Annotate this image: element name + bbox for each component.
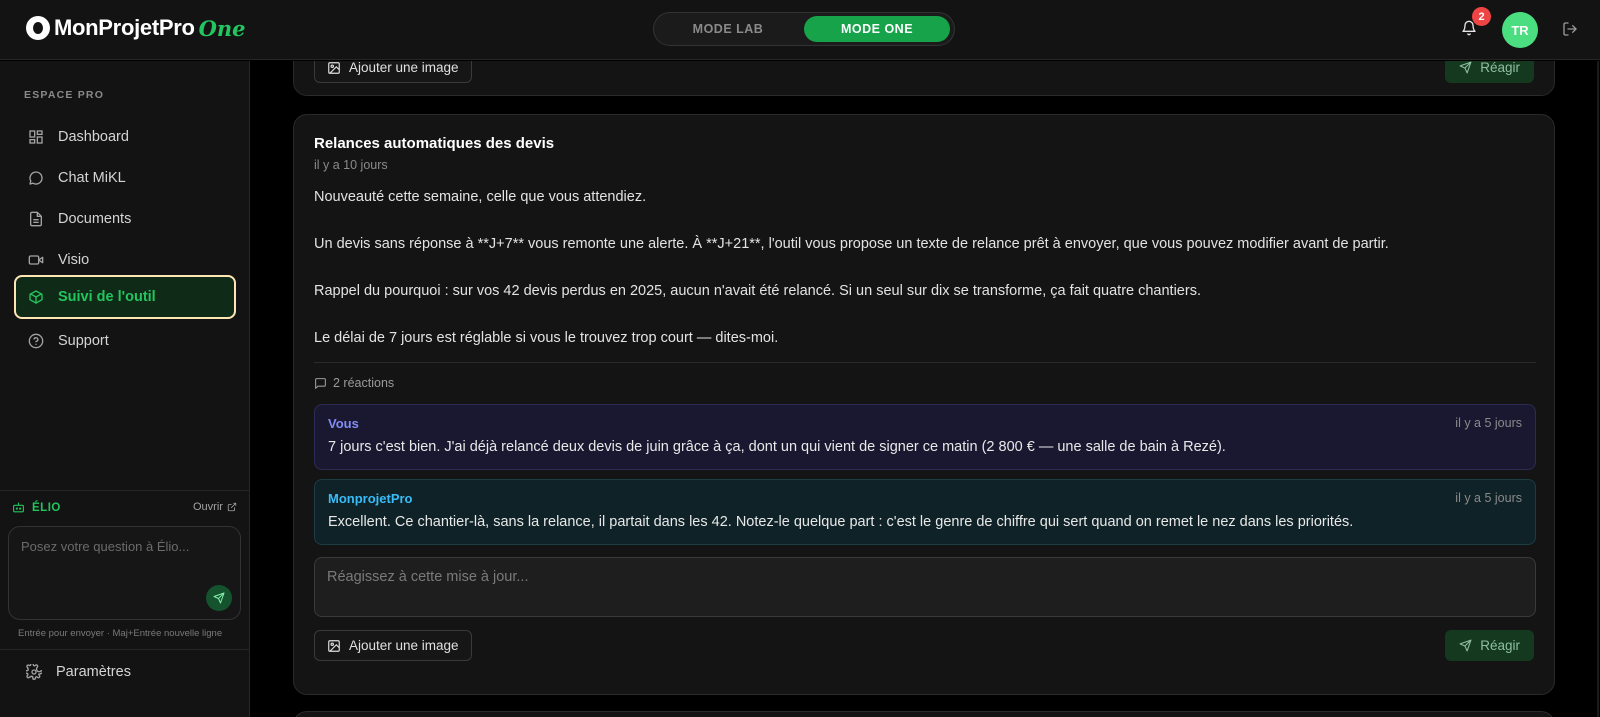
main-content: Ajouter une image Réagir Relances automa… [251,61,1600,717]
sidebar-item-documents[interactable]: Documents [14,199,236,239]
dashboard-icon [29,130,43,144]
sidebar-item-support[interactable]: Support [14,321,236,361]
video-icon [28,255,44,265]
react-button[interactable]: Réagir [1445,630,1534,661]
sidebar-item-label: Visio [58,252,90,268]
elio-open-link[interactable]: Ouvrir [193,501,237,513]
reaction-placeholder: Réagissez à cette mise à jour... [327,569,529,585]
elio-title: ÉLIO [32,501,61,514]
document-icon [30,211,42,227]
post-paragraph: Rappel du pourquoi : sur vos 42 devis pe… [314,283,1201,299]
mode-one-button[interactable]: MODE ONE [804,16,950,42]
sidebar-item-label: Documents [58,211,132,227]
elio-open-label: Ouvrir [193,501,223,513]
elio-placeholder: Posez votre question à Élio... [21,539,190,554]
post-date: il y a 10 jours [314,158,388,172]
settings-label: Paramètres [56,664,131,680]
brand-name: MonProjetPro [54,15,195,40]
sidebar-item-label: Support [58,333,109,349]
comment-date: il y a 5 jours [1455,491,1522,505]
comment-text: 7 jours c'est bien. J'ai déjà relancé de… [328,439,1226,455]
divider [0,649,250,650]
comment-icon [315,377,326,389]
mode-lab-button[interactable]: MODE LAB [658,16,798,42]
divider [314,362,1536,363]
sidebar-item-label: Suivi de l'outil [58,289,156,305]
comment-author: MonprojetPro [328,491,413,506]
help-icon [28,333,44,349]
brand-suffix: One [198,15,246,41]
notification-badge[interactable]: 2 [1472,7,1491,26]
send-icon [1459,61,1472,74]
top-bar: MonProjetPro One MODE LAB MODE ONE 2 TR [0,0,1600,60]
sidebar-item-label: Dashboard [58,129,129,145]
react-label: Réagir [1480,61,1520,75]
update-card-next [293,711,1555,717]
sidebar-item-dashboard[interactable]: Dashboard [14,117,236,157]
sidebar: ESPACE PRO Dashboard Chat MiKL Documents… [0,61,250,717]
update-card: Relances automatiques des devis il y a 1… [293,114,1555,695]
sidebar-item-settings[interactable]: Paramètres [26,664,131,680]
reactions-label: 2 réactions [333,376,395,390]
sidebar-item-suivi[interactable]: Suivi de l'outil [14,275,236,319]
add-image-button[interactable]: Ajouter une image [314,630,472,661]
comment-text: Excellent. Ce chantier-là, sans la relan… [328,514,1354,530]
chat-icon [29,171,43,185]
comment: Vous il y a 5 jours 7 jours c'est bien. … [314,404,1536,470]
brand-logo[interactable]: MonProjetPro One [26,15,246,41]
add-image-label: Ajouter une image [349,61,459,75]
post-title: Relances automatiques des devis [314,135,555,152]
send-icon [213,592,225,604]
elio-header: ÉLIO [12,501,61,514]
divider [0,490,250,491]
reactions-count: 2 réactions [314,376,394,390]
react-button[interactable]: Réagir [1445,61,1534,83]
sidebar-item-label: Chat MiKL [58,170,126,186]
elio-send-button[interactable] [206,585,232,611]
scrollbar[interactable] [1596,61,1600,717]
elio-hint: Entrée pour envoyer · Maj+Entrée nouvell… [18,628,223,639]
box-icon [29,290,43,304]
image-icon [328,639,340,652]
gear-icon [26,664,42,680]
sidebar-item-chat[interactable]: Chat MiKL [14,158,236,198]
post-paragraph: Nouveauté cette semaine, celle que vous … [314,189,647,205]
post-paragraph: Un devis sans réponse à **J+7** vous rem… [314,236,1389,252]
bot-icon [13,502,24,513]
avatar[interactable]: TR [1502,12,1538,48]
image-icon [328,61,340,74]
reaction-input[interactable]: Réagissez à cette mise à jour... [314,557,1536,617]
sidebar-item-visio[interactable]: Visio [14,240,236,280]
elio-input[interactable]: Posez votre question à Élio... [8,526,241,620]
react-label: Réagir [1480,638,1520,653]
logo-icon [26,16,50,40]
section-label: ESPACE PRO [24,89,105,101]
comment: MonprojetPro il y a 5 jours Excellent. C… [314,479,1536,545]
send-icon [1459,639,1472,652]
update-card-previous: Ajouter une image Réagir [293,61,1555,96]
comment-author: Vous [328,416,359,431]
external-link-icon [227,502,237,512]
comment-date: il y a 5 jours [1455,416,1522,430]
logout-icon[interactable] [1562,21,1578,37]
add-image-button[interactable]: Ajouter une image [314,61,472,83]
mode-switch: MODE LAB MODE ONE [653,12,955,46]
add-image-label: Ajouter une image [349,638,459,653]
post-paragraph: Le délai de 7 jours est réglable si vous… [314,330,779,346]
